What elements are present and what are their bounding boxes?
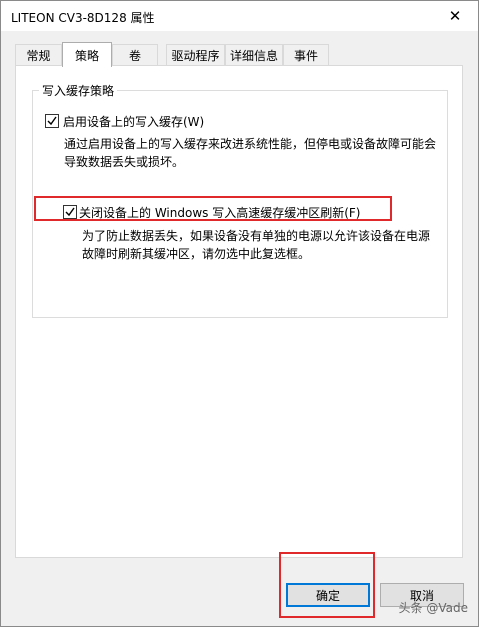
highlight-box-flush-option [34, 196, 392, 221]
close-button[interactable]: ✕ [432, 1, 478, 31]
title-bar: LITEON CV3-8D128 属性 ✕ [1, 1, 478, 31]
description-line: 通过启用设备上的写入缓存来改进系统性能，但停电或设备故障可能会 [64, 137, 437, 151]
highlight-box-ok-button [279, 552, 375, 618]
description-line: 导致数据丢失或损坏。 [64, 155, 185, 169]
disable-flush-description: 为了防止数据丢失，如果设备没有单独的电源以允许该设备在电源 故障时刷新其缓冲区，… [82, 227, 442, 263]
window-title: LITEON CV3-8D128 属性 [11, 11, 155, 25]
enable-write-cache-description: 通过启用设备上的写入缓存来改进系统性能，但停电或设备故障可能会 导致数据丢失或损… [64, 135, 444, 171]
tab-policy[interactable]: 策略 [62, 42, 112, 67]
tab-general[interactable]: 常规 [15, 44, 62, 66]
tab-volume[interactable]: 卷 [112, 44, 158, 66]
description-line: 为了防止数据丢失，如果设备没有单独的电源以允许该设备在电源 [82, 229, 431, 243]
policy-panel: 写入缓存策略 启用设备上的写入缓存(W) 通过启用设备上的写入缓存来改进系统性能… [15, 65, 463, 558]
description-line: 故障时刷新其缓冲区，请勿选中此复选框。 [82, 247, 311, 261]
checkmark-icon [47, 116, 57, 126]
tab-details[interactable]: 详细信息 [225, 44, 283, 66]
close-icon: ✕ [448, 7, 462, 25]
tab-events[interactable]: 事件 [283, 44, 329, 66]
enable-write-cache-label[interactable]: 启用设备上的写入缓存(W) [63, 113, 204, 130]
properties-dialog: LITEON CV3-8D128 属性 ✕ 常规 策略 卷 驱动程序 详细信息 … [0, 0, 479, 627]
watermark: 头条 @Vade [398, 601, 468, 615]
tab-driver[interactable]: 驱动程序 [166, 44, 225, 66]
group-label: 写入缓存策略 [39, 82, 118, 99]
enable-write-cache-checkbox[interactable] [45, 114, 59, 128]
